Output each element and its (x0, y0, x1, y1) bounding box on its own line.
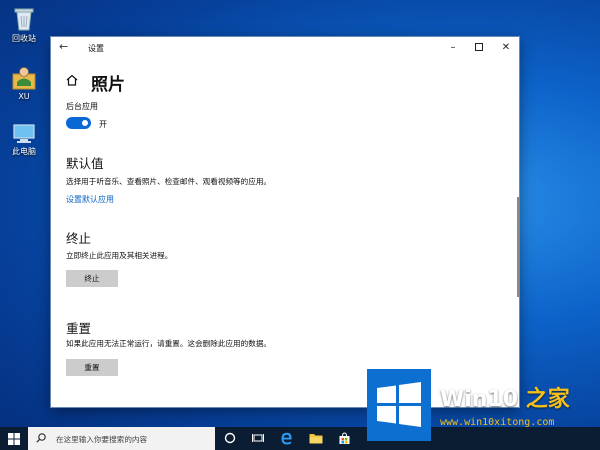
store-button[interactable] (331, 427, 359, 450)
settings-content: 照片 后台应用 开 默认值 选择用于听音乐、查看照片、检查邮件、观看视频等的应用… (66, 58, 499, 407)
search-icon (36, 433, 46, 443)
start-button[interactable] (0, 427, 28, 450)
minimize-button[interactable]: – (440, 37, 466, 58)
watermark: Win10 之家 www.win10xitong.com (367, 369, 595, 447)
close-button[interactable]: ✕ (493, 37, 519, 58)
watermark-brand-prefix: Win10 (440, 387, 519, 412)
watermark-logo (367, 369, 431, 441)
set-default-apps-link[interactable]: 设置默认应用 (66, 194, 114, 205)
file-explorer-button[interactable] (302, 427, 330, 450)
terminate-button[interactable]: 终止 (66, 270, 118, 287)
page-title: 照片 (91, 75, 125, 95)
desktop-icon-label: 此电脑 (12, 147, 36, 156)
search-placeholder: 在这里输入你要搜索的内容 (56, 435, 148, 444)
watermark-url: www.win10xitong.com (440, 417, 555, 428)
background-apps-toggle[interactable] (66, 117, 91, 129)
user-folder-icon (12, 67, 36, 90)
reset-button[interactable]: 重置 (66, 359, 118, 376)
terminate-description: 立即终止此应用及其相关进程。 (66, 251, 173, 260)
windows-logo-icon (377, 382, 421, 427)
edge-icon (281, 432, 292, 445)
cortana-button[interactable] (217, 427, 245, 450)
watermark-brand-suffix: 之家 (525, 387, 570, 412)
maximize-button[interactable] (466, 37, 492, 58)
background-apps-label: 后台应用 (66, 102, 98, 111)
defaults-heading: 默认值 (66, 156, 104, 171)
maximize-icon (475, 43, 483, 51)
store-icon (339, 432, 350, 444)
desktop-icon-label: 回收站 (12, 34, 36, 43)
scrollbar[interactable] (517, 197, 519, 297)
home-icon[interactable] (66, 74, 78, 86)
task-view-button[interactable] (245, 427, 273, 450)
title-bar: ← 设置 – ✕ (51, 37, 519, 58)
defaults-description: 选择用于听音乐、查看照片、检查邮件、观看视频等的应用。 (66, 177, 272, 186)
task-view-icon (252, 434, 264, 442)
back-arrow-icon[interactable]: ← (59, 40, 68, 53)
windows-logo-icon (8, 433, 20, 445)
toggle-state-label: 开 (99, 120, 107, 129)
reset-heading: 重置 (66, 321, 92, 336)
edge-button[interactable] (273, 427, 301, 450)
window-title: 设置 (88, 44, 104, 53)
this-pc-icon (13, 124, 35, 143)
taskbar-search[interactable]: 在这里输入你要搜索的内容 (28, 427, 215, 450)
cortana-icon (224, 432, 236, 444)
reset-description: 如果此应用无法正常运行，请重置。这会删除此应用的数据。 (66, 339, 272, 348)
desktop-icon-user-folder[interactable]: XU (4, 66, 44, 102)
terminate-heading: 终止 (66, 231, 92, 246)
file-explorer-icon (309, 434, 323, 444)
desktop-icon-label: XU (18, 92, 30, 101)
recycle-bin-icon (14, 8, 34, 31)
toggle-knob (82, 120, 88, 126)
settings-window: ← 设置 – ✕ 照片 后台应用 开 默认值 选择用于听音乐、查看照片、检查邮件… (51, 37, 519, 407)
watermark-brand: Win10 之家 (440, 381, 570, 413)
desktop-icon-this-pc[interactable]: 此电脑 (4, 123, 44, 157)
desktop-icon-recycle-bin[interactable]: 回收站 (4, 6, 44, 44)
